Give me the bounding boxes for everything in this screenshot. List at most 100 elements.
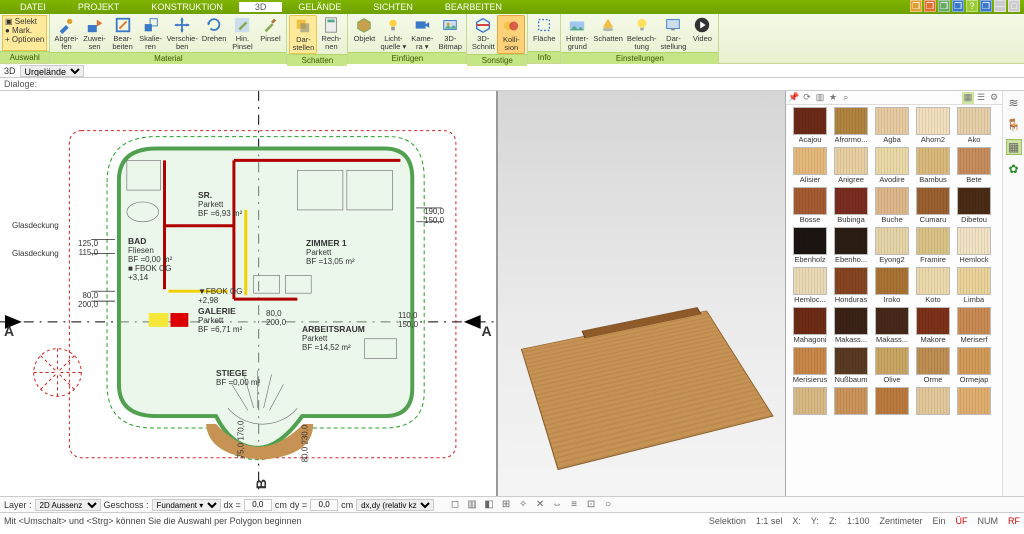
material-hemlock[interactable]: Hemlock — [956, 227, 992, 264]
3d-view[interactable] — [498, 91, 786, 496]
layers-icon[interactable]: ≋ — [1006, 95, 1022, 111]
material-olive[interactable]: Olive — [874, 347, 910, 384]
material-swatch[interactable] — [915, 387, 951, 416]
material-swatch[interactable] — [792, 387, 828, 416]
ribbon-kollision[interactable]: Kolli- sion — [497, 15, 525, 54]
titlebar-icon-5[interactable]: ❐ — [980, 0, 992, 12]
ribbon-bearbeiten[interactable]: Bear- beiten — [109, 15, 137, 52]
folder-icon[interactable]: ▥ — [814, 92, 826, 104]
material-bete[interactable]: Bete — [956, 147, 992, 184]
tb-icon-9[interactable]: ⊡ — [584, 498, 598, 512]
material-bambus[interactable]: Bambus — [915, 147, 951, 184]
material-meriserf[interactable]: Meriserf — [956, 307, 992, 344]
secondary-dropdown[interactable]: Urgelände — [20, 65, 84, 77]
dy-input[interactable] — [310, 499, 338, 511]
selekt-box[interactable]: ▣ Selekt● Mark.+ Optionen — [2, 15, 47, 51]
material-merisierus[interactable]: Merisierus — [792, 347, 828, 384]
material-swatch[interactable] — [956, 387, 992, 416]
titlebar-icon-6[interactable]: — — [994, 0, 1006, 12]
material-limba[interactable]: Limba — [956, 267, 992, 304]
tb-icon-6[interactable]: ✕ — [533, 498, 547, 512]
ribbon-abgreifen[interactable]: Abgrei- fen — [52, 15, 80, 52]
ribbon-darstellung[interactable]: Dar- stellung — [659, 15, 689, 52]
material-koto[interactable]: Koto — [915, 267, 951, 304]
material-framire[interactable]: Framire — [915, 227, 951, 264]
tb-icon-3[interactable]: ◧ — [482, 498, 496, 512]
ribbon-lichtquelle[interactable]: Licht- quelle ▾ — [378, 15, 408, 52]
titlebar-icon-0[interactable]: ❐ — [910, 0, 922, 12]
material-makass...[interactable]: Makass... — [874, 307, 910, 344]
titlebar-icon-7[interactable]: □ — [1008, 0, 1020, 12]
material-ebenholz[interactable]: Ebenholz — [792, 227, 828, 264]
material-nußbaum[interactable]: Nußbaum — [833, 347, 869, 384]
tb-icon-10[interactable]: ○ — [601, 498, 615, 512]
tab-gelände[interactable]: GELÄNDE — [282, 2, 357, 12]
material-honduras[interactable]: Honduras — [833, 267, 869, 304]
material-ahorn2[interactable]: Ahorn2 — [915, 107, 951, 144]
tb-icon-8[interactable]: ≡ — [567, 498, 581, 512]
material-alisier[interactable]: Alisier — [792, 147, 828, 184]
material-dibetou[interactable]: Dibetou — [956, 187, 992, 224]
material-cumaru[interactable]: Cumaru — [915, 187, 951, 224]
tb-icon-1[interactable]: ◻ — [448, 498, 462, 512]
material-bosse[interactable]: Bosse — [792, 187, 828, 224]
material-ebenho...[interactable]: Ebenho... — [833, 227, 869, 264]
titlebar-icon-3[interactable]: ❐ — [952, 0, 964, 12]
titlebar-icon-2[interactable]: ❐ — [938, 0, 950, 12]
material-anigree[interactable]: Anigree — [833, 147, 869, 184]
tab-konstruktion[interactable]: KONSTRUKTION — [135, 2, 239, 12]
material-hemloc...[interactable]: Hemloc... — [792, 267, 828, 304]
material-ako[interactable]: Ako — [956, 107, 992, 144]
material-grid[interactable]: AcajouAfrormo...AgbaAhorn2Ako AlisierAnig… — [786, 105, 1002, 496]
material-orme[interactable]: Orme — [915, 347, 951, 384]
tab-sichten[interactable]: SICHTEN — [357, 2, 429, 12]
ribbon-skalieren[interactable]: Skalie- ren — [137, 15, 165, 52]
star-icon[interactable]: ★ — [827, 92, 839, 104]
ribbon-flaeche[interactable]: Fläche — [530, 15, 558, 51]
ribbon-zuweisen[interactable]: Zuwei- sen — [81, 15, 109, 52]
ribbon-hin-pinsel[interactable]: Hin. Pinsel — [228, 15, 256, 52]
ribbon-beleuchtung[interactable]: Beleuch- tung — [625, 15, 659, 52]
2d-plan-view[interactable]: Glasdeckung Glasdeckung BADFliesenBF =0,… — [0, 91, 498, 496]
material-afrormo...[interactable]: Afrormo... — [833, 107, 869, 144]
material-ormejap[interactable]: Ormejap — [956, 347, 992, 384]
filter-icon[interactable]: ⌕ — [840, 92, 852, 104]
list-icon[interactable]: ☰ — [975, 92, 987, 104]
ribbon-kamera[interactable]: Kame- ra ▾ — [408, 15, 436, 52]
material-agba[interactable]: Agba — [874, 107, 910, 144]
titlebar-icon-4[interactable]: ? — [966, 0, 978, 12]
material-makass...[interactable]: Makass... — [833, 307, 869, 344]
geschoss-select[interactable]: Fundament ▾ — [152, 499, 221, 511]
tab-datei[interactable]: DATEI — [4, 2, 62, 12]
palette-icon[interactable]: ▦ — [1006, 139, 1022, 155]
tab-3d[interactable]: 3D — [239, 2, 283, 12]
layer-select[interactable]: 2D Aussenz — [35, 499, 101, 511]
ribbon-hintergrund[interactable]: Hinter- grund — [563, 15, 591, 52]
dx-input[interactable] — [244, 499, 272, 511]
material-makore[interactable]: Makore — [915, 307, 951, 344]
coord-mode-select[interactable]: dx,dy (relativ kz — [356, 499, 434, 511]
ribbon-3d-bitmap[interactable]: 3D- Bitmap — [436, 15, 464, 52]
ribbon-verschieben[interactable]: Verschie- ben — [165, 15, 200, 52]
tab-bearbeiten[interactable]: BEARBEITEN — [429, 2, 518, 12]
furniture-icon[interactable]: 🪑 — [1006, 117, 1022, 133]
material-acajou[interactable]: Acajou — [792, 107, 828, 144]
material-bubinga[interactable]: Bubinga — [833, 187, 869, 224]
pin-icon[interactable]: 📌 — [788, 92, 800, 104]
gear-icon[interactable]: ⚙ — [988, 92, 1000, 104]
tb-icon-5[interactable]: ✧ — [516, 498, 530, 512]
material-mahagoni[interactable]: Mahagoni — [792, 307, 828, 344]
ribbon-schatten2[interactable]: Schatten — [591, 15, 625, 52]
ribbon-3d-schnitt[interactable]: 3D- Schnitt — [469, 15, 497, 54]
ribbon-drehen[interactable]: Drehen — [200, 15, 229, 52]
tree-icon[interactable]: ✿ — [1006, 161, 1022, 177]
ribbon-objekt[interactable]: Objekt — [350, 15, 378, 52]
material-swatch[interactable] — [833, 387, 869, 416]
material-eyong2[interactable]: Eyong2 — [874, 227, 910, 264]
titlebar-icon-1[interactable]: ❐ — [924, 0, 936, 12]
tab-projekt[interactable]: PROJEKT — [62, 2, 136, 12]
ribbon-darstellen[interactable]: Dar- stellen — [289, 15, 317, 54]
material-buche[interactable]: Buche — [874, 187, 910, 224]
tb-icon-2[interactable]: ▥ — [465, 498, 479, 512]
material-avodire[interactable]: Avodire — [874, 147, 910, 184]
